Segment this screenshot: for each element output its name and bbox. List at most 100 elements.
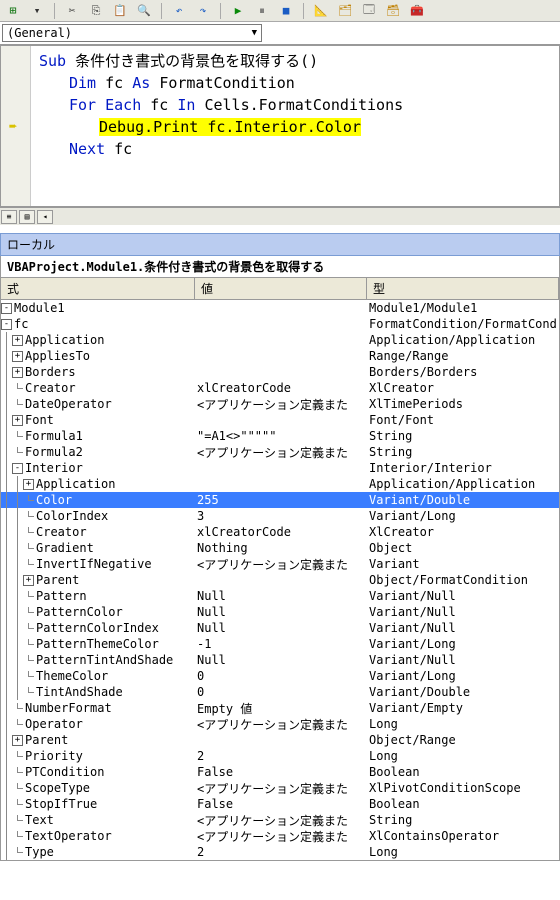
props-icon[interactable]: 🗔 [360, 2, 378, 20]
locals-row[interactable]: ColorIndex3Variant/Long [1, 508, 559, 524]
locals-row[interactable]: CreatorxlCreatorCodeXlCreator [1, 380, 559, 396]
row-type: String [367, 429, 559, 443]
row-type: XlCreator [367, 525, 559, 539]
locals-row[interactable]: StopIfTrueFalseBoolean [1, 796, 559, 812]
expand-box-icon[interactable]: - [12, 463, 23, 474]
locals-row[interactable]: + ParentObject/FormatCondition [1, 572, 559, 588]
locals-row[interactable]: Type2Long [1, 844, 559, 860]
locals-row[interactable]: + ApplicationApplication/Application [1, 476, 559, 492]
row-value: <アプリケーション定義また [195, 444, 367, 461]
h-scrollbar[interactable]: ≡ ▤ ◂ [0, 207, 560, 225]
locals-row[interactable]: TintAndShade0Variant/Double [1, 684, 559, 700]
expand-box-icon[interactable]: + [23, 575, 34, 586]
row-name: PatternThemeColor [36, 637, 159, 651]
view-full-icon[interactable]: ≡ [1, 210, 17, 224]
locals-row[interactable]: - fcFormatCondition/FormatCond [1, 316, 559, 332]
scroll-left-icon[interactable]: ◂ [37, 210, 53, 224]
row-value: <アプリケーション定義また [195, 716, 367, 733]
code-area[interactable]: Sub 条件付き書式の背景色を取得する() Dim fc As FormatCo… [31, 46, 411, 206]
row-type: Object/FormatCondition [367, 573, 559, 587]
tree-leaf-icon [12, 767, 23, 778]
run-icon[interactable]: ▶ [229, 2, 247, 20]
locals-row[interactable]: + ApplicationApplication/Application [1, 332, 559, 348]
locals-row[interactable]: PTConditionFalseBoolean [1, 764, 559, 780]
sub-name: 条件付き書式の背景色を取得する() [75, 52, 318, 70]
tree-leaf-icon [23, 559, 34, 570]
locals-row[interactable]: GradientNothingObject [1, 540, 559, 556]
row-value: <アプリケーション定義また [195, 396, 367, 413]
col-expr[interactable]: 式 [1, 278, 195, 299]
locals-row[interactable]: PatternNullVariant/Null [1, 588, 559, 604]
expr: Cells.FormatConditions [204, 96, 403, 114]
row-type: Long [367, 845, 559, 859]
pause-icon[interactable]: ⏸ [253, 2, 271, 20]
locals-row[interactable]: PatternThemeColor-1Variant/Long [1, 636, 559, 652]
row-name: Creator [25, 381, 76, 395]
locals-row[interactable]: Operator<アプリケーション定義またLong [1, 716, 559, 732]
locals-row[interactable]: + FontFont/Font [1, 412, 559, 428]
locals-row[interactable]: - InteriorInterior/Interior [1, 460, 559, 476]
redo-icon[interactable]: ↷ [194, 2, 212, 20]
excel-icon[interactable]: ⊞ [4, 2, 22, 20]
find-icon[interactable]: 🔍 [135, 2, 153, 20]
locals-grid[interactable]: - Module1Module1/Module1- fcFormatCondit… [0, 300, 560, 861]
general-combo[interactable]: (General) ▼ [2, 24, 262, 42]
row-type: XlTimePeriods [367, 397, 559, 411]
locals-row[interactable]: InvertIfNegative<アプリケーション定義またVariant [1, 556, 559, 572]
locals-row[interactable]: PatternColorIndexNullVariant/Null [1, 620, 559, 636]
expand-box-icon[interactable]: + [12, 335, 23, 346]
project-icon[interactable]: 🗂 [336, 2, 354, 20]
locals-row[interactable]: PatternColorNullVariant/Null [1, 604, 559, 620]
expand-box-icon[interactable]: + [23, 479, 34, 490]
locals-row[interactable]: Text<アプリケーション定義またString [1, 812, 559, 828]
row-type: Borders/Borders [367, 365, 559, 379]
toolbox-icon[interactable]: 🧰 [408, 2, 426, 20]
locals-row[interactable]: - Module1Module1/Module1 [1, 300, 559, 316]
locals-row[interactable]: Formula2 <アプリケーション定義またString [1, 444, 559, 460]
col-type[interactable]: 型 [367, 278, 559, 299]
dropdown-icon[interactable]: ▾ [28, 2, 46, 20]
locals-row[interactable]: PatternTintAndShadeNullVariant/Null [1, 652, 559, 668]
locals-row[interactable]: CreatorxlCreatorCodeXlCreator [1, 524, 559, 540]
locals-row[interactable]: TextOperator<アプリケーション定義またXlContainsOpera… [1, 828, 559, 844]
expand-box-icon[interactable]: + [12, 367, 23, 378]
copy-icon[interactable]: ⎘ [87, 2, 105, 20]
locals-row[interactable]: Priority2Long [1, 748, 559, 764]
expand-box-icon[interactable]: - [1, 303, 12, 314]
expand-box-icon[interactable]: + [12, 351, 23, 362]
locals-row[interactable]: + AppliesToRange/Range [1, 348, 559, 364]
paste-icon[interactable]: 📋 [111, 2, 129, 20]
locals-row[interactable]: + ParentObject/Range [1, 732, 559, 748]
var: fc [105, 74, 123, 92]
tree-leaf-icon [12, 783, 23, 794]
locals-row[interactable]: Formula1"=A1<>"""""String [1, 428, 559, 444]
design-icon[interactable]: 📐 [312, 2, 330, 20]
undo-icon[interactable]: ↶ [170, 2, 188, 20]
locals-row[interactable]: ThemeColor0Variant/Long [1, 668, 559, 684]
expand-box-icon[interactable]: - [1, 319, 12, 330]
col-val[interactable]: 値 [195, 278, 367, 299]
row-name: DateOperator [25, 397, 112, 411]
cut-icon[interactable]: ✂ [63, 2, 81, 20]
locals-row[interactable]: + BordersBorders/Borders [1, 364, 559, 380]
row-name: Text [25, 813, 54, 827]
locals-row[interactable]: DateOperator <アプリケーション定義またXlTimePeriods [1, 396, 559, 412]
row-value: <アプリケーション定義また [195, 556, 367, 573]
locals-row[interactable]: Color255Variant/Double [1, 492, 559, 508]
expand-box-icon[interactable]: + [12, 735, 23, 746]
locals-row[interactable]: NumberFormatEmpty 値Variant/Empty [1, 700, 559, 716]
row-value: False [195, 765, 367, 779]
stop-icon[interactable]: ■ [277, 2, 295, 20]
code-pane[interactable]: ➨ Sub 条件付き書式の背景色を取得する() Dim fc As Format… [0, 45, 560, 207]
row-value: Nothing [195, 541, 367, 555]
row-name: Formula2 [25, 445, 83, 459]
keyword: As [132, 74, 150, 92]
expand-box-icon[interactable]: + [12, 415, 23, 426]
tree-leaf-icon [12, 751, 23, 762]
row-type: String [367, 445, 559, 459]
locals-row[interactable]: ScopeType<アプリケーション定義またXlPivotConditionSc… [1, 780, 559, 796]
row-type: Module1/Module1 [367, 301, 559, 315]
tree-leaf-icon [23, 639, 34, 650]
browser-icon[interactable]: 🗃 [384, 2, 402, 20]
view-proc-icon[interactable]: ▤ [19, 210, 35, 224]
